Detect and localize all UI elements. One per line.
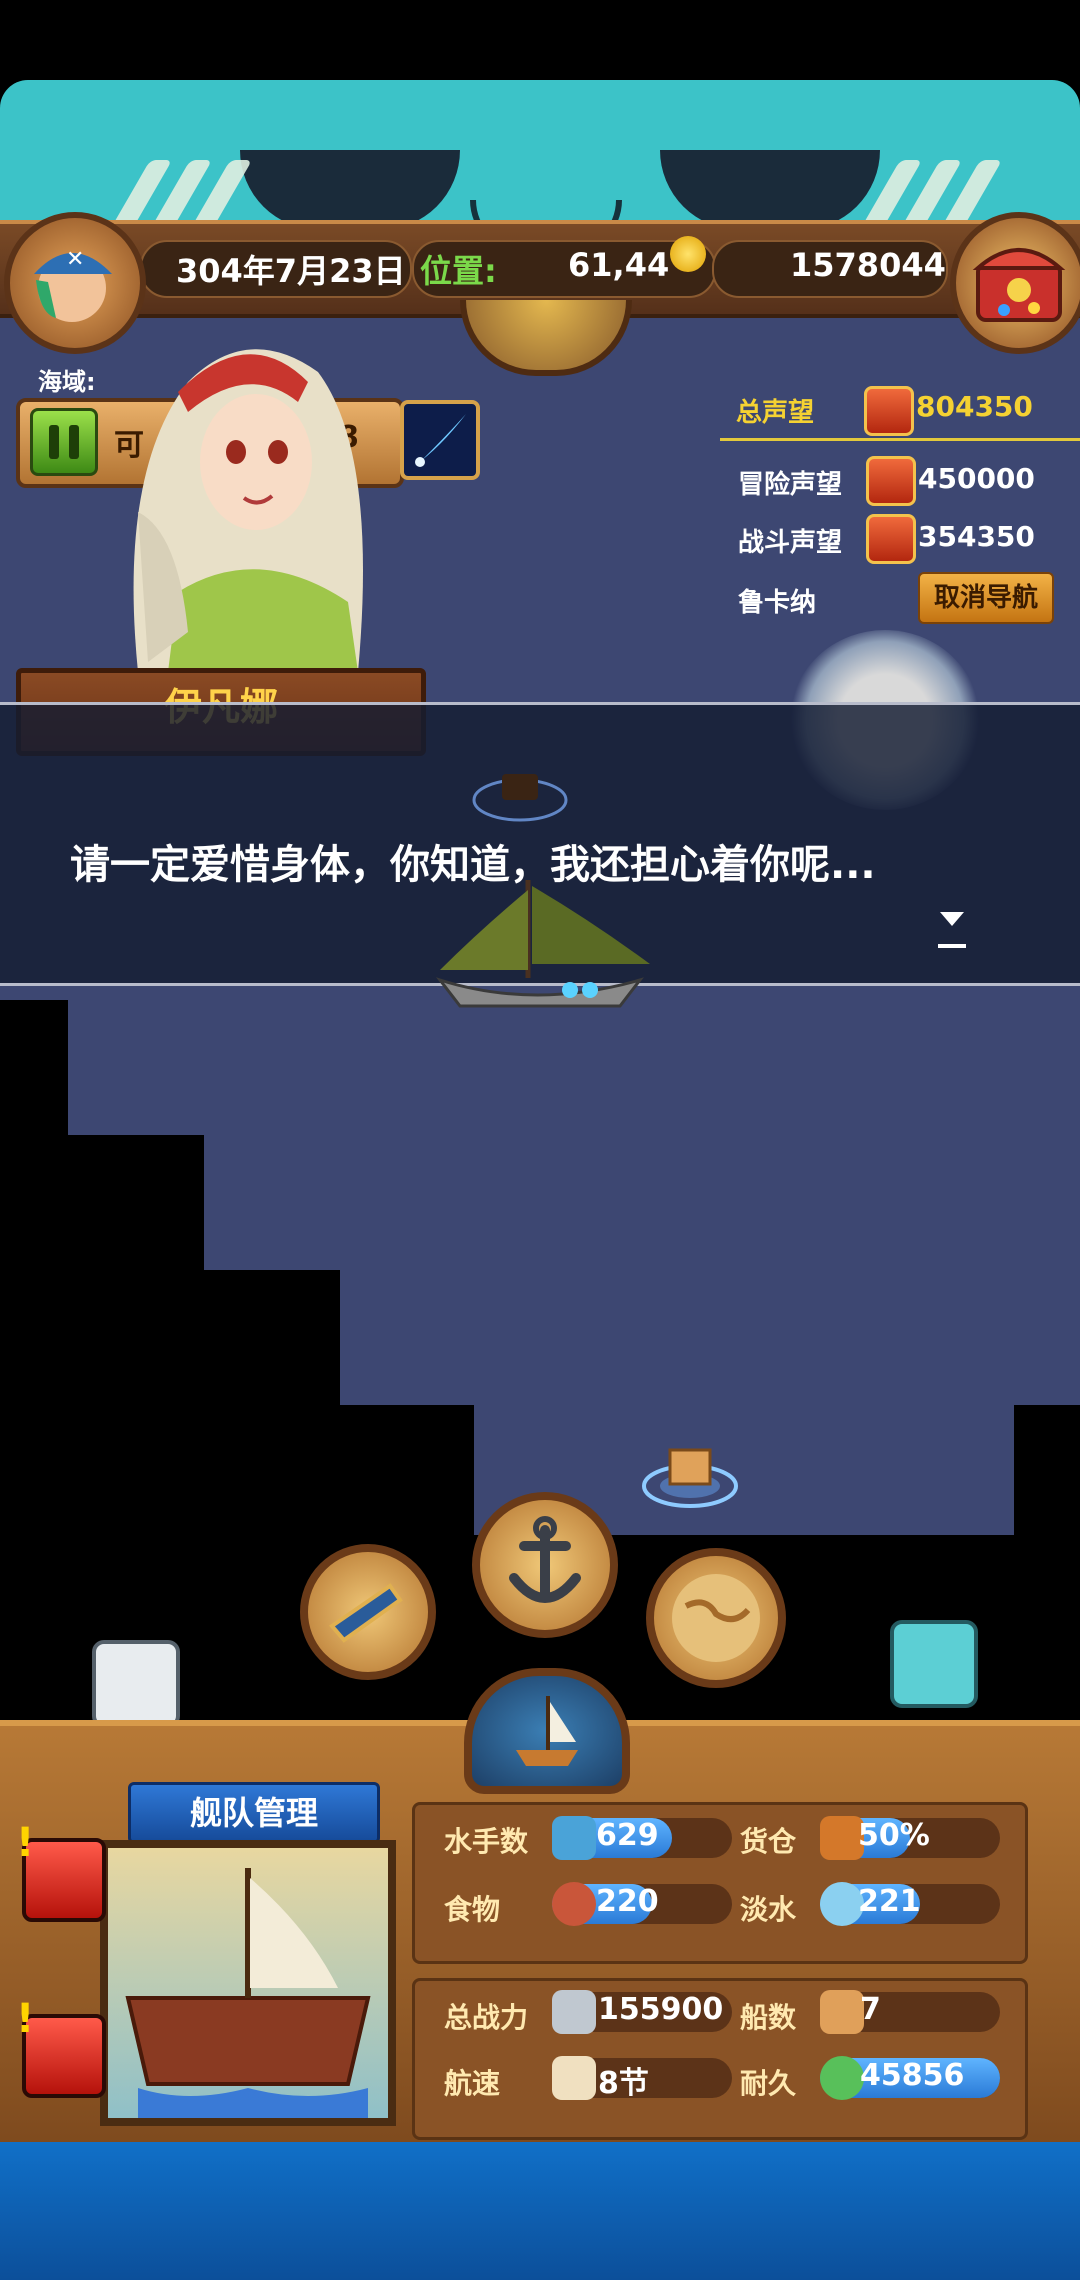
sea-map-row[interactable] [340,1270,1080,1405]
position-value: 61,44 [568,246,670,284]
world-map-button[interactable] [646,1548,786,1688]
position-label: 位置: [420,252,497,290]
crew-button[interactable] [22,1838,106,1922]
ship-count-value: 7 [860,1992,881,2027]
dialog-text: 请一定爱惜身体，你知道，我还担心着你呢... [70,842,876,888]
comet-skill-icon [414,414,466,467]
gold-value: 1578044 [790,246,946,284]
cargo-value: 50% [858,1818,930,1853]
adventure-reputation-value: 450000 [918,462,1035,495]
cyan-cat-mascot [890,1620,978,1708]
anchor-icon [509,1516,581,1603]
destination-label: 鲁卡纳 [738,588,817,618]
durability-value: 45856 [860,2058,965,2093]
speed-value: 8节 [598,2066,649,2101]
pause-icon [49,425,79,459]
crew-alert-icon: ! [16,1820,35,1866]
ship-count-label: 船数 [740,2001,797,2034]
svg-text:✕: ✕ [66,247,84,272]
cargo-label: 货仓 [740,1825,797,1858]
flagship-illustration [125,1868,371,2118]
comet-skill-button[interactable] [400,400,480,480]
floating-chest-marker[interactable] [470,756,570,826]
floating-crate[interactable] [640,1430,740,1510]
flagship-portrait[interactable] [100,1840,396,2126]
total-power-value: 155900 [598,1992,724,2027]
telescope-icon [329,1583,403,1643]
sailors-label: 水手数 [444,1825,529,1858]
crossed-swords-icon [552,1990,596,2034]
pause-button[interactable] [30,408,98,476]
total-reputation-value: 804350 [916,390,1033,423]
sea-map-row[interactable] [68,1000,1080,1135]
banner-eye-right [660,150,880,230]
sailor-icon [552,1816,596,1860]
treasure-chest-icon [972,248,1066,322]
speed-label: 航速 [444,2067,501,2100]
dialog-continue-icon[interactable] [940,912,964,926]
world-map-icon [672,1574,760,1662]
meat-icon [552,1882,596,1926]
ocean-footer [0,2142,1080,2280]
gold-coin-icon [670,236,706,272]
food-label: 食物 [444,1893,501,1926]
sailors-value: 629 [596,1818,659,1853]
white-cube-mascot [92,1640,180,1728]
ship-repair-button[interactable] [22,2014,106,2098]
water-value: 221 [858,1884,921,1919]
total-reputation-icon [864,386,914,436]
durability-icon [820,2056,864,2100]
repair-alert-icon: ! [16,1996,35,2042]
treasure-chest-button[interactable] [950,212,1080,354]
reputation-divider [720,438,1080,441]
battle-reputation-value: 354350 [918,520,1035,553]
battle-reputation-label: 战斗声望 [738,528,843,558]
total-power-label: 总战力 [444,2001,529,2034]
total-reputation-label: 总声望 [736,398,815,428]
sail-button[interactable] [464,1668,630,1794]
telescope-button[interactable] [300,1544,436,1680]
water-label: 淡水 [740,1893,797,1926]
sea-map-row[interactable] [204,1135,1080,1270]
anchor-button[interactable] [472,1492,618,1638]
npc-character-portrait [133,349,363,672]
top-cat-banner [0,80,1080,230]
sail-speed-icon [552,2056,596,2100]
food-value: 220 [596,1884,659,1919]
adventure-reputation-icon [866,456,916,506]
small-ship-icon [820,1990,864,2034]
dialog-continue-underline [938,944,966,948]
battle-reputation-icon [866,514,916,564]
banner-eye-left [240,150,460,230]
adventure-reputation-label: 冒险声望 [738,470,843,500]
date-text: 304年7月23日 [176,252,406,290]
sea-area-label: 海域: [38,368,96,396]
ship-icon [516,1696,578,1766]
cancel-navigation-button[interactable]: 取消导航 [918,572,1054,624]
fleet-management-title[interactable]: 舰队管理 [128,1782,380,1844]
durability-label: 耐久 [740,2067,797,2100]
